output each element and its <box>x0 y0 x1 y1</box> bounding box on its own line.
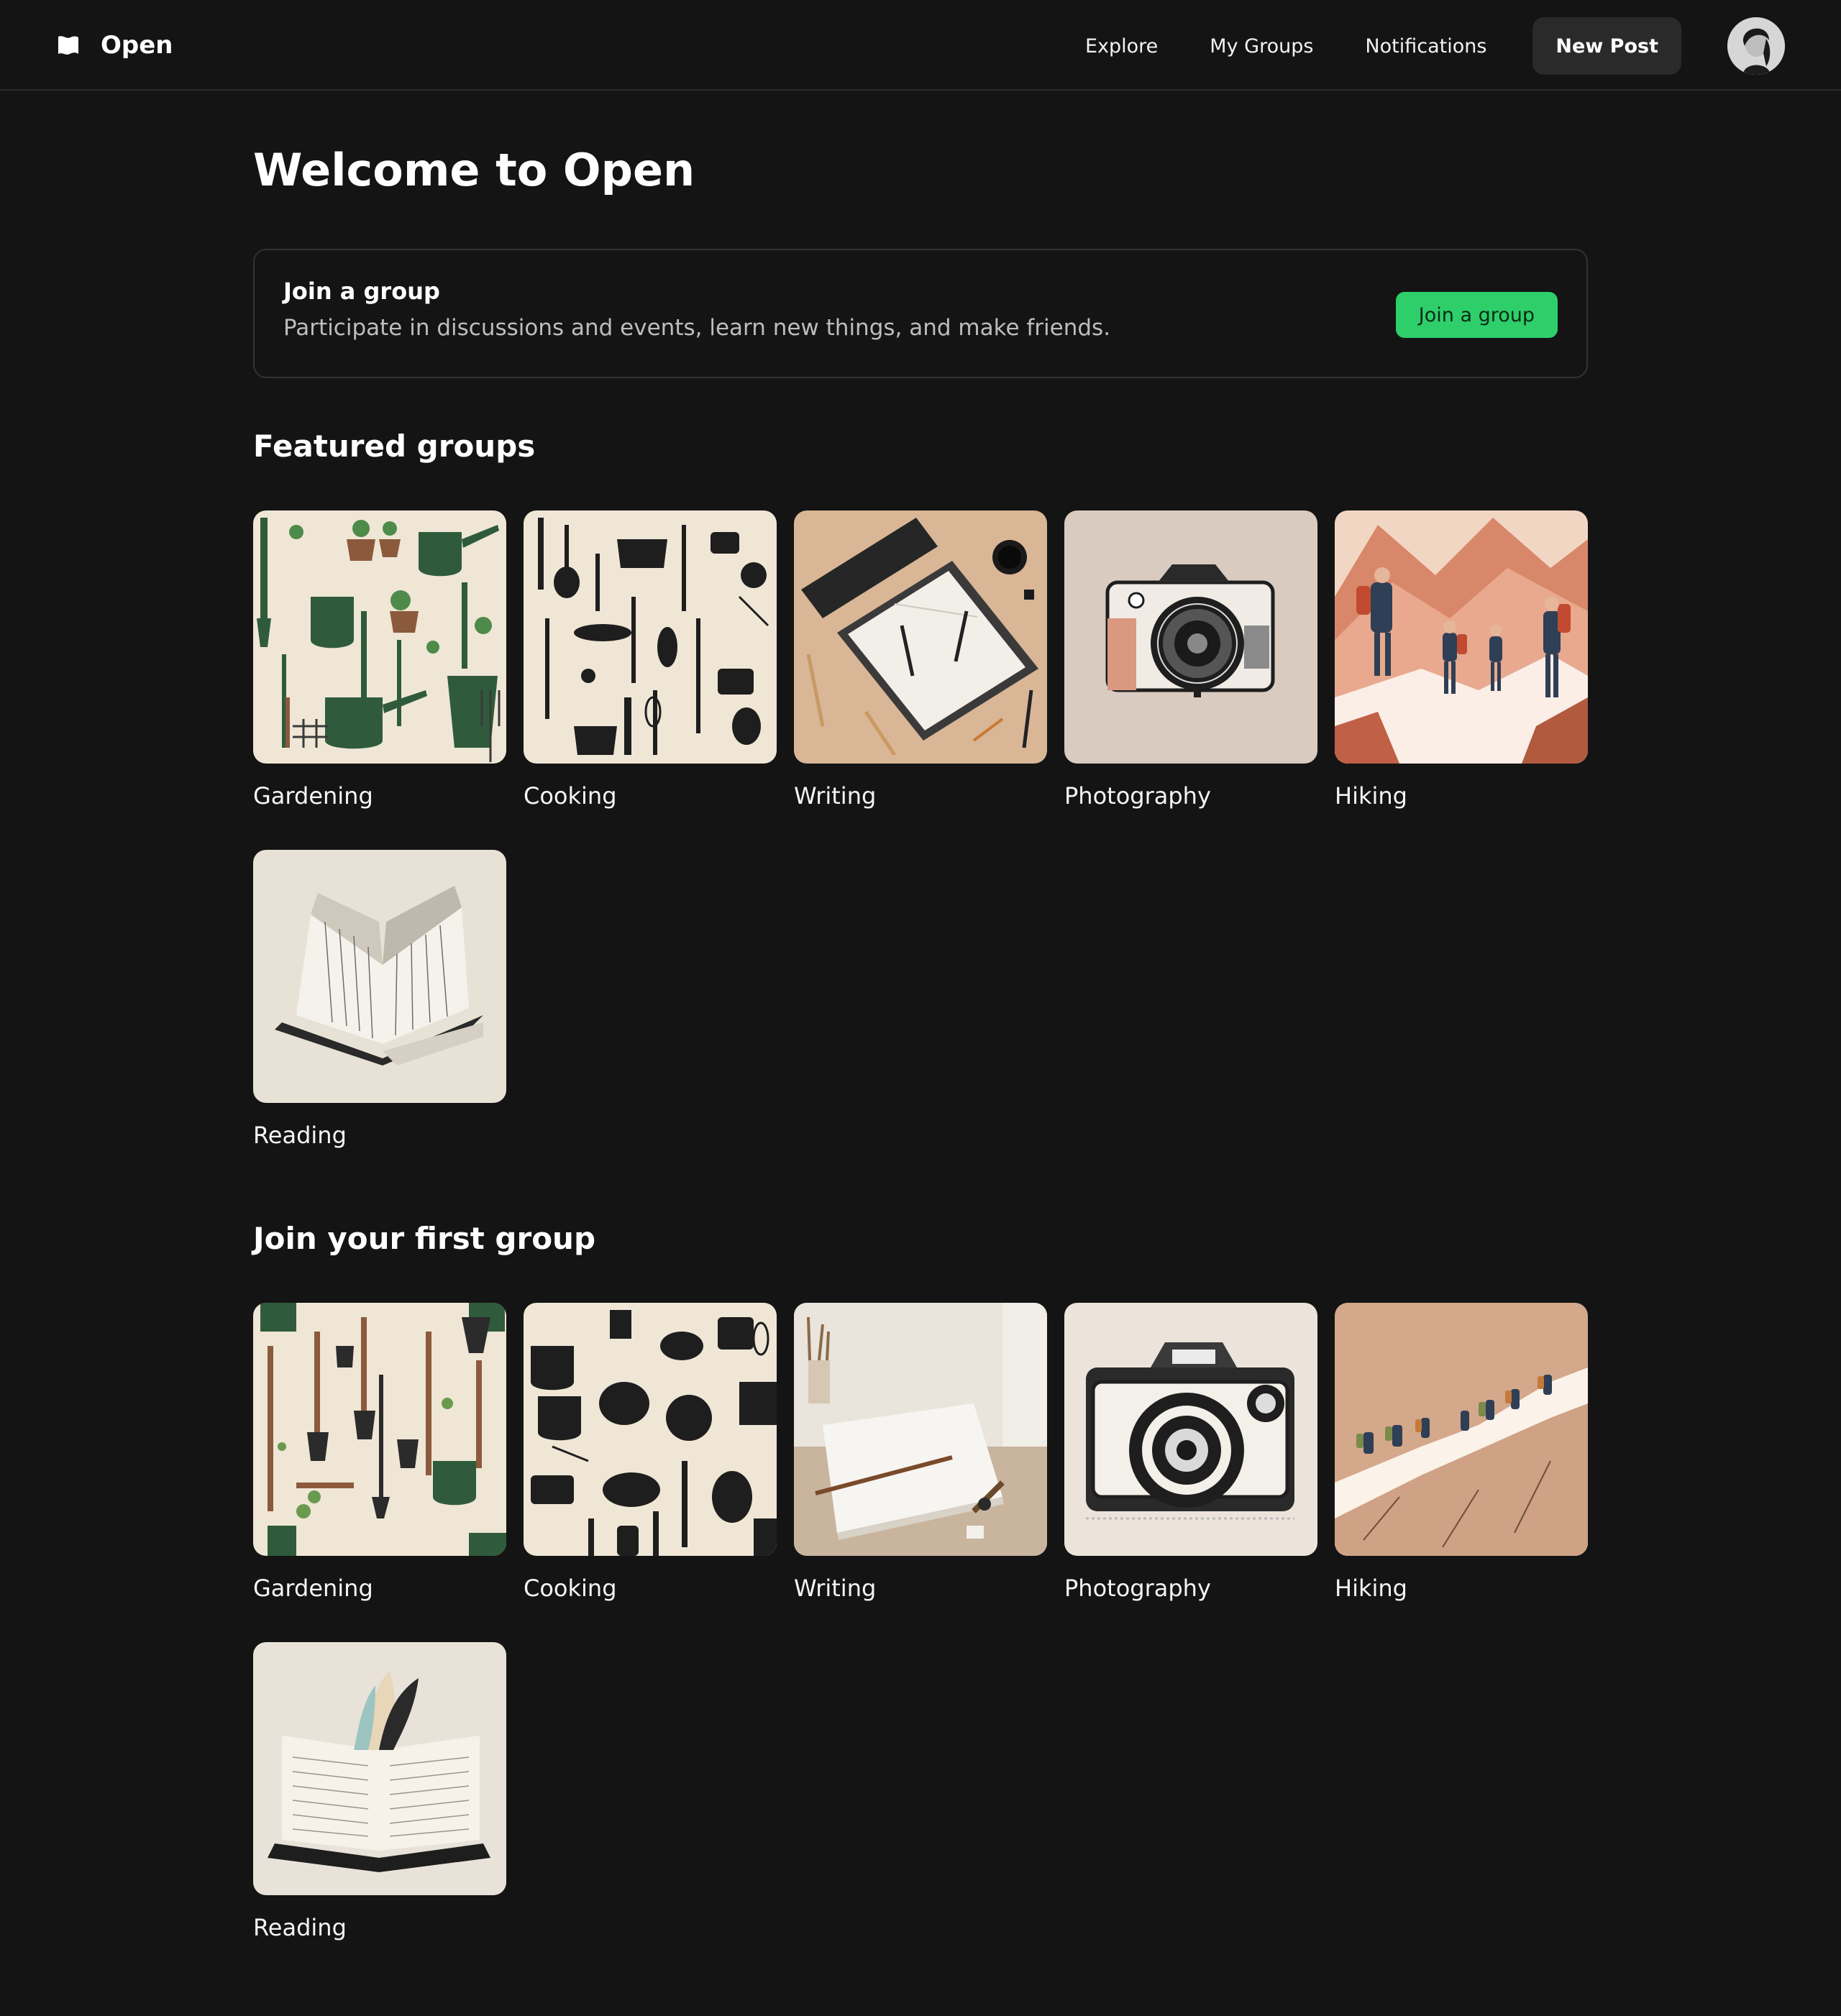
page-title: Welcome to Open <box>253 144 695 196</box>
group-label: Photography <box>1064 1575 1211 1602</box>
nav-my-groups[interactable]: My Groups <box>1210 35 1313 58</box>
join-group-button[interactable]: Join a group <box>1395 292 1558 338</box>
gardening-image <box>253 510 506 764</box>
writing-image <box>794 510 1047 764</box>
new-post-button[interactable]: New Post <box>1532 17 1681 75</box>
brand-name: Open <box>101 31 173 60</box>
nav-explore[interactable]: Explore <box>1085 35 1158 58</box>
group-label: Hiking <box>1335 1575 1407 1602</box>
reading-image <box>253 1642 506 1895</box>
group-card-writing-2[interactable]: Writing <box>794 1303 1047 1602</box>
group-label: Reading <box>253 1122 347 1149</box>
nav-notifications[interactable]: Notifications <box>1365 35 1486 58</box>
reading-image <box>253 850 506 1103</box>
group-label: Cooking <box>524 1575 617 1602</box>
group-card-cooking-2[interactable]: Cooking <box>524 1303 777 1602</box>
group-label: Photography <box>1064 782 1211 810</box>
join-card-title: Join a group <box>283 278 440 305</box>
group-card-hiking[interactable]: Hiking <box>1335 510 1588 810</box>
hiking-image <box>1335 510 1588 764</box>
photography-image <box>1064 1303 1317 1556</box>
group-card-photography[interactable]: Photography <box>1064 510 1317 810</box>
gardening-image <box>253 1303 506 1556</box>
group-label: Hiking <box>1335 782 1407 810</box>
main-nav: Explore My Groups Notifications New Post <box>1085 17 1785 75</box>
group-card-writing[interactable]: Writing <box>794 510 1047 810</box>
avatar[interactable] <box>1727 17 1785 75</box>
flag-icon <box>58 36 78 55</box>
group-card-cooking[interactable]: Cooking <box>524 510 777 810</box>
group-card-photography-2[interactable]: Photography <box>1064 1303 1317 1602</box>
cooking-image <box>524 1303 777 1556</box>
group-label: Cooking <box>524 782 617 810</box>
first-group-title: Join your first group <box>253 1221 596 1256</box>
group-card-reading[interactable]: Reading <box>253 850 506 1149</box>
group-label: Gardening <box>253 782 373 810</box>
group-card-reading-2[interactable]: Reading <box>253 1642 506 1941</box>
writing-image <box>794 1303 1047 1556</box>
photography-image <box>1064 510 1317 764</box>
group-label: Reading <box>253 1914 347 1941</box>
group-label: Gardening <box>253 1575 373 1602</box>
join-card-description: Participate in discussions and events, l… <box>283 315 1111 341</box>
user-avatar-image <box>1727 17 1785 75</box>
top-bar: Open Explore My Groups Notifications New… <box>0 0 1841 91</box>
group-label: Writing <box>794 1575 877 1602</box>
group-label: Writing <box>794 782 877 810</box>
group-card-gardening-2[interactable]: Gardening <box>253 1303 506 1602</box>
join-group-card: Join a group Participate in discussions … <box>253 249 1588 378</box>
hiking-image <box>1335 1303 1588 1556</box>
featured-groups-title: Featured groups <box>253 429 536 464</box>
group-card-gardening[interactable]: Gardening <box>253 510 506 810</box>
cooking-image <box>524 510 777 764</box>
brand[interactable]: Open <box>56 29 173 62</box>
group-card-hiking-2[interactable]: Hiking <box>1335 1303 1588 1602</box>
